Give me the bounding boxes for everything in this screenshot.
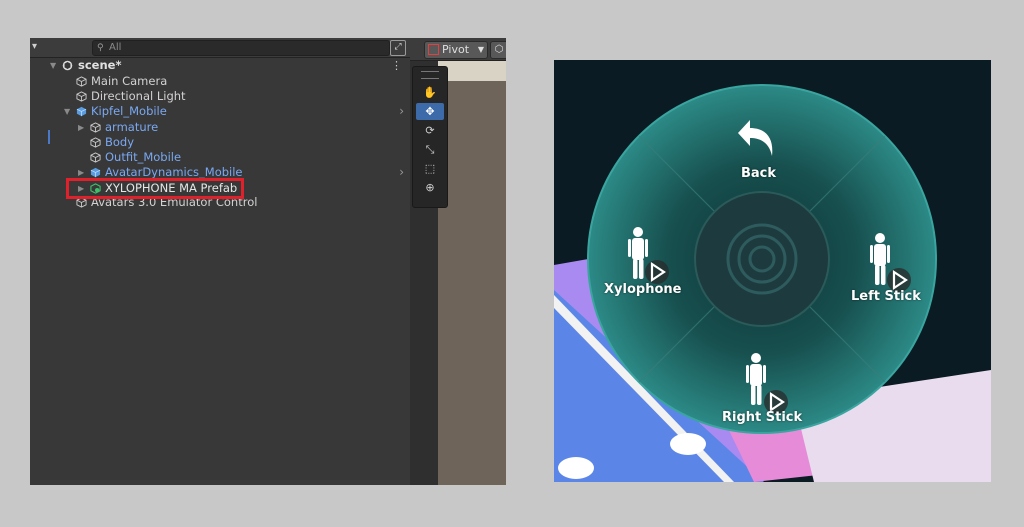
hierarchy-search-input[interactable]: ⚲ All — [92, 40, 390, 56]
prefab-blue-icon — [90, 167, 101, 178]
rotate-tool-icon[interactable]: ⟳ — [416, 122, 444, 139]
scene-toolbar: Pivot ▼ ⬡ — [410, 38, 506, 61]
search-icon: ⚲ — [97, 43, 104, 53]
item-label: Outfit_Mobile — [105, 150, 182, 164]
avatar-figure-icon[interactable] — [624, 224, 670, 288]
pivot-label: Pivot — [442, 43, 470, 56]
pivot-icon — [428, 44, 439, 55]
item-label: Directional Light — [91, 89, 186, 103]
create-dropdown-icon[interactable]: ▾ — [32, 41, 37, 53]
rect-tool-icon[interactable]: ⬚ — [416, 160, 444, 177]
hierarchy-item-armature[interactable]: ▶ armature — [30, 120, 410, 135]
expand-arrow-icon[interactable]: ▼ — [64, 104, 70, 119]
item-label: armature — [105, 120, 159, 134]
radial-back-label[interactable]: Back — [741, 166, 776, 181]
hand-tool-icon[interactable]: ✋ — [416, 84, 444, 101]
chevron-right-icon[interactable]: › — [399, 104, 404, 119]
gameobject-cube-icon — [90, 137, 101, 148]
hierarchy-item-body[interactable]: Body — [30, 135, 410, 150]
global-toggle-icon[interactable]: ⬡ — [490, 41, 506, 59]
radial-left-stick-label[interactable]: Left Stick — [851, 289, 921, 304]
scene-row[interactable]: ▼ scene* ⋮ — [30, 58, 410, 73]
expand-arrow-icon[interactable]: ▼ — [50, 58, 56, 73]
scale-tool-icon[interactable]: ⤡ — [416, 141, 444, 158]
gameobject-cube-icon — [76, 76, 87, 87]
chevron-down-icon: ▼ — [477, 45, 484, 54]
item-label: Body — [105, 135, 135, 149]
hierarchy-item-outfit-mobile[interactable]: Outfit_Mobile — [30, 150, 410, 165]
scene-background — [438, 61, 506, 81]
prefab-blue-icon — [76, 106, 87, 117]
back-arrow-icon[interactable] — [736, 116, 778, 162]
avatar-figure-play-icon[interactable] — [742, 350, 788, 414]
hierarchy-toolbar: ▾ ⚲ All ⤢ — [30, 38, 410, 58]
hierarchy-options-icon[interactable]: ⤢ — [390, 40, 406, 56]
radial-xylophone-label[interactable]: Xylophone — [604, 282, 681, 297]
kebab-menu-icon[interactable]: ⋮ — [391, 58, 402, 73]
unity-editor-panel: ▾ ⚲ All ⤢ ▼ scene* ⋮ Main Camera Directi… — [30, 38, 506, 485]
radial-right-stick-label[interactable]: Right Stick — [722, 410, 802, 425]
scene-name: scene* — [78, 58, 122, 72]
hierarchy-item-kipfel-mobile[interactable]: ▼ Kipfel_Mobile › — [30, 104, 410, 119]
move-tool-icon[interactable]: ✥ — [416, 103, 444, 120]
pivot-dropdown[interactable]: Pivot ▼ — [424, 41, 488, 59]
hierarchy-tree: ▼ scene* ⋮ Main Camera Directional Light… — [30, 58, 410, 485]
item-label: Kipfel_Mobile — [91, 104, 167, 118]
item-label: Main Camera — [91, 74, 168, 88]
game-view: Back Xylophone Left Stick Right Stick — [554, 60, 991, 482]
hierarchy-item-directional-light[interactable]: Directional Light — [30, 89, 410, 104]
gameobject-cube-icon — [90, 152, 101, 163]
collapse-arrow-icon[interactable]: ▶ — [78, 120, 84, 135]
hierarchy-item-main-camera[interactable]: Main Camera — [30, 74, 410, 89]
drag-handle-icon[interactable] — [421, 71, 439, 79]
gameobject-cube-icon — [76, 91, 87, 102]
scene-canvas[interactable] — [438, 61, 506, 485]
chevron-right-icon[interactable]: › — [399, 165, 404, 180]
unity-scene-icon — [62, 60, 73, 71]
red-highlight-box — [66, 178, 244, 199]
search-placeholder: All — [109, 42, 122, 53]
avatar-figure-play-icon[interactable] — [866, 230, 912, 294]
scene-view: Pivot ▼ ⬡ ✋ ✥ ⟳ ⤡ ⬚ ⊕ — [410, 38, 506, 485]
gameobject-cube-icon — [90, 122, 101, 133]
transform-tool-icon[interactable]: ⊕ — [416, 179, 444, 196]
transform-tool-strip: ✋ ✥ ⟳ ⤡ ⬚ ⊕ — [412, 66, 448, 208]
